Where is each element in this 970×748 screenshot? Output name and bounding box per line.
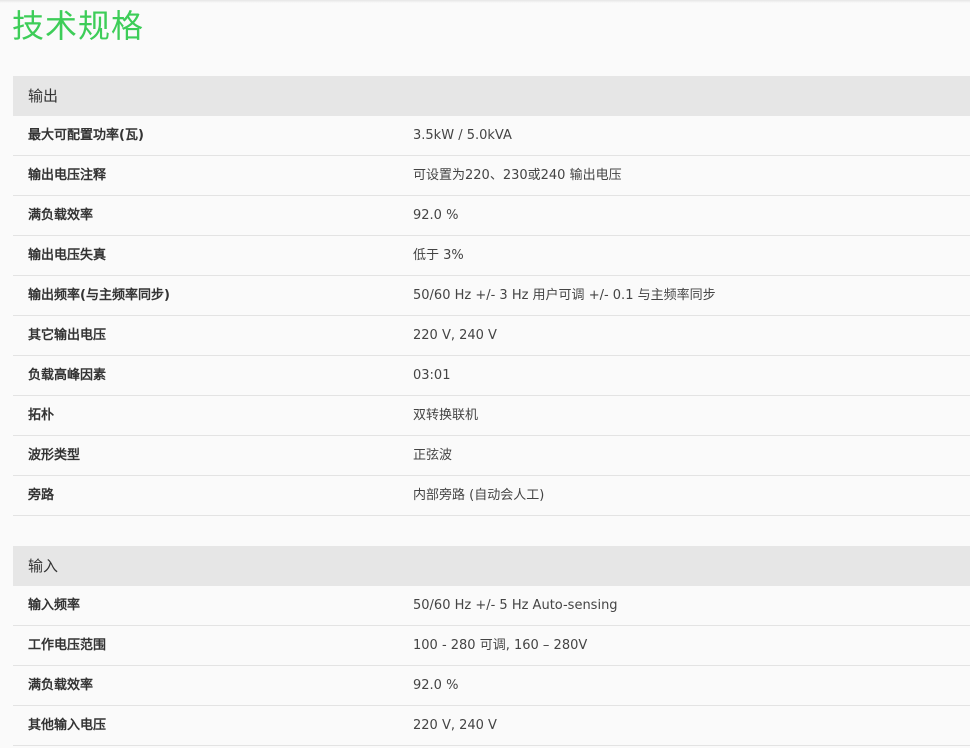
spec-row: 旁路 内部旁路 (自动会人工)	[13, 476, 970, 516]
spec-value: 50/60 Hz +/- 3 Hz 用户可调 +/- 0.1 与主频率同步	[413, 288, 716, 303]
top-edge-shadow	[0, 0, 970, 3]
spec-value: 220 V, 240 V	[413, 328, 497, 343]
spec-label: 最大可配置功率(瓦)	[28, 128, 144, 143]
spec-value: 3.5kW / 5.0kVA	[413, 128, 512, 143]
spec-value: 可设置为220、230或240 输出电压	[413, 168, 622, 183]
spec-row: 输出电压失真 低于 3%	[13, 236, 970, 276]
spec-label: 旁路	[28, 488, 55, 503]
spec-label: 工作电压范围	[28, 638, 107, 653]
spec-label: 输出电压注释	[28, 168, 107, 183]
spec-label: 输入频率	[28, 598, 81, 613]
spec-value: 92.0 %	[413, 678, 459, 693]
section-header-output: 输出	[13, 76, 970, 116]
section-output: 输出 最大可配置功率(瓦) 3.5kW / 5.0kVA 输出电压注释 可设置为…	[13, 76, 970, 516]
spec-value: 03:01	[413, 368, 451, 383]
spec-label: 满负载效率	[28, 678, 94, 693]
spec-row: 满负载效率 92.0 %	[13, 666, 970, 706]
spec-row: 工作电压范围 100 - 280 可调, 160 – 280V	[13, 626, 970, 666]
spec-value: 220 V, 240 V	[413, 718, 497, 733]
spec-row: 输出电压注释 可设置为220、230或240 输出电压	[13, 156, 970, 196]
spec-label: 其他输入电压	[28, 718, 107, 733]
spec-row: 其它输出电压 220 V, 240 V	[13, 316, 970, 356]
spec-label: 波形类型	[28, 448, 81, 463]
spec-label: 拓朴	[28, 408, 55, 423]
spec-row: 最大可配置功率(瓦) 3.5kW / 5.0kVA	[13, 116, 970, 156]
spec-value: 100 - 280 可调, 160 – 280V	[413, 638, 588, 653]
section-input: 输入 输入频率 50/60 Hz +/- 5 Hz Auto-sensing 工…	[13, 546, 970, 746]
spec-value: 内部旁路 (自动会人工)	[413, 488, 545, 503]
spec-value: 双转换联机	[413, 408, 479, 423]
page-title: 技术规格	[12, 7, 145, 45]
spec-label: 输出频率(与主频率同步)	[28, 288, 170, 303]
spec-row: 负载高峰因素 03:01	[13, 356, 970, 396]
spec-label: 输出电压失真	[28, 248, 107, 263]
spec-row: 拓朴 双转换联机	[13, 396, 970, 436]
spec-value: 正弦波	[413, 448, 453, 463]
spec-row: 满负载效率 92.0 %	[13, 196, 970, 236]
spec-label: 负载高峰因素	[28, 368, 107, 383]
spec-label: 其它输出电压	[28, 328, 107, 343]
spec-row: 输入频率 50/60 Hz +/- 5 Hz Auto-sensing	[13, 586, 970, 626]
spec-value: 92.0 %	[413, 208, 459, 223]
spec-value: 50/60 Hz +/- 5 Hz Auto-sensing	[413, 598, 618, 613]
spec-row: 输出频率(与主频率同步) 50/60 Hz +/- 3 Hz 用户可调 +/- …	[13, 276, 970, 316]
spec-row: 波形类型 正弦波	[13, 436, 970, 476]
spec-value: 低于 3%	[413, 248, 464, 263]
spec-row: 其他输入电压 220 V, 240 V	[13, 706, 970, 746]
section-header-input: 输入	[13, 546, 970, 586]
spec-label: 满负载效率	[28, 208, 94, 223]
